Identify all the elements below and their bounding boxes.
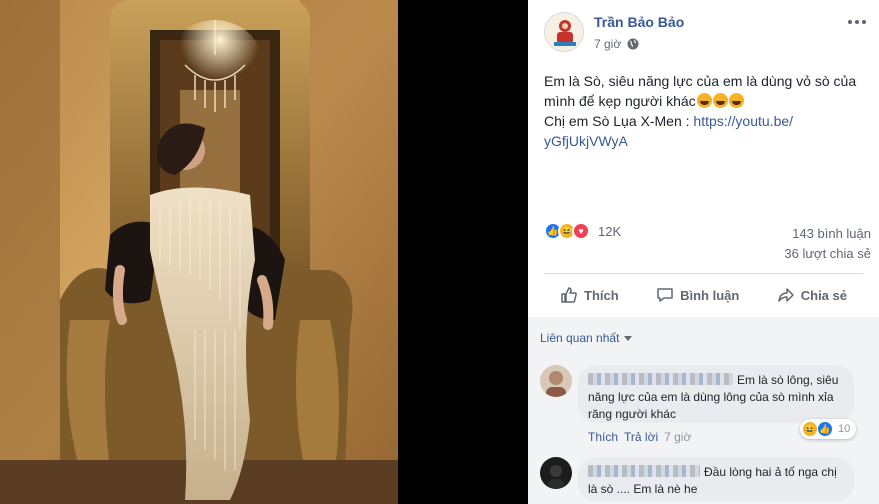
- rofl-emoji-icon: [696, 93, 712, 108]
- comment-text-first: Đầu lòng hai ả tố nga chị: [704, 465, 837, 479]
- comment-bubble: Em là sò lông, siêu năng lực của em là d…: [578, 365, 854, 423]
- more-options-icon[interactable]: [847, 14, 867, 30]
- author-avatar[interactable]: [544, 12, 584, 52]
- share-icon: [777, 288, 794, 302]
- commenter-avatar[interactable]: [540, 457, 572, 489]
- comments-section: Liên quan nhất Em là sò lông, siêu năng …: [528, 317, 879, 504]
- share-button[interactable]: Chia sẻ: [761, 279, 863, 311]
- comment-sort-dropdown[interactable]: Liên quan nhất: [540, 331, 633, 345]
- rofl-emoji-icon: [728, 93, 744, 108]
- like-button[interactable]: Thích: [544, 279, 635, 311]
- comment-actions: Thích Trả lời 7 giờ: [588, 430, 691, 444]
- post-stats: 👍 😆 ♥ 12K 143 bình luận 36 lượt chia sẻ: [544, 220, 871, 268]
- reaction-count[interactable]: 12K: [598, 224, 621, 239]
- post-link-part1: https://youtu.be/: [693, 113, 794, 129]
- commenter-name-blurred[interactable]: [588, 465, 700, 477]
- post-actions: Thích Bình luận Chia sẻ: [544, 276, 863, 314]
- stats-divider: [544, 273, 863, 274]
- share-count[interactable]: 36 lượt chia sẻ: [784, 246, 871, 261]
- commenter-avatar-image: [540, 365, 572, 397]
- comment-sort-label: Liên quan nhất: [540, 331, 620, 345]
- chevron-down-icon: [624, 335, 633, 341]
- commenter-avatar[interactable]: [540, 365, 572, 397]
- rofl-emoji-icon: [712, 93, 728, 108]
- thumbs-up-icon: [561, 287, 577, 303]
- author-name[interactable]: Trần Bảo Bảo: [594, 14, 684, 30]
- commenter-name-blurred[interactable]: [588, 373, 733, 385]
- comment-time[interactable]: 7 giờ: [664, 430, 691, 444]
- commenter-avatar-image: [540, 457, 572, 489]
- comment-button[interactable]: Bình luận: [640, 279, 755, 311]
- love-reaction-icon: ♥: [572, 222, 590, 240]
- comment-button-label: Bình luận: [680, 287, 740, 303]
- comment-icon: [657, 288, 673, 302]
- haha-reaction-icon: 😆: [802, 421, 818, 437]
- post-link-part2: yGfjUkjVWyA: [544, 133, 628, 149]
- globe-icon[interactable]: [627, 38, 639, 50]
- comment-like-link[interactable]: Thích: [588, 430, 618, 444]
- comment-reaction-count: 10: [838, 423, 851, 435]
- comment-text-rest: là sò .... Em là nè he: [588, 482, 698, 496]
- author-avatar-image: [545, 13, 583, 51]
- comment-count[interactable]: 143 bình luận: [792, 226, 871, 241]
- post-text: Em là Sò, siêu năng lực của em là dùng v…: [544, 71, 864, 151]
- post-photo[interactable]: [0, 0, 398, 504]
- share-button-label: Chia sẻ: [800, 287, 847, 303]
- comment-reactions[interactable]: 😆 👍 10: [800, 419, 857, 439]
- like-button-label: Thích: [584, 287, 619, 303]
- like-reaction-icon: 👍: [817, 421, 833, 437]
- post-header: Trần Bảo Bảo 7 giờ: [528, 0, 879, 60]
- comment-bubble: Đầu lòng hai ả tố nga chị là sò .... Em …: [578, 457, 854, 501]
- photo-viewer: [0, 0, 528, 504]
- post-photo-image: [0, 0, 398, 504]
- reaction-icons[interactable]: 👍 😆 ♥: [544, 222, 590, 240]
- post-text-line2: Chị em Sò Lụa X-Men :: [544, 113, 694, 129]
- post-time[interactable]: 7 giờ: [594, 37, 621, 51]
- comment-text-rest: năng lực của em là dùng lông của sò mình…: [588, 390, 834, 421]
- comment-text-first: Em là sò lông, siêu: [737, 373, 839, 387]
- comment-reply-link[interactable]: Trả lời: [624, 430, 658, 444]
- post-panel: Trần Bảo Bảo 7 giờ Em là Sò, siêu năng l…: [528, 0, 879, 504]
- post-meta: 7 giờ: [594, 37, 639, 51]
